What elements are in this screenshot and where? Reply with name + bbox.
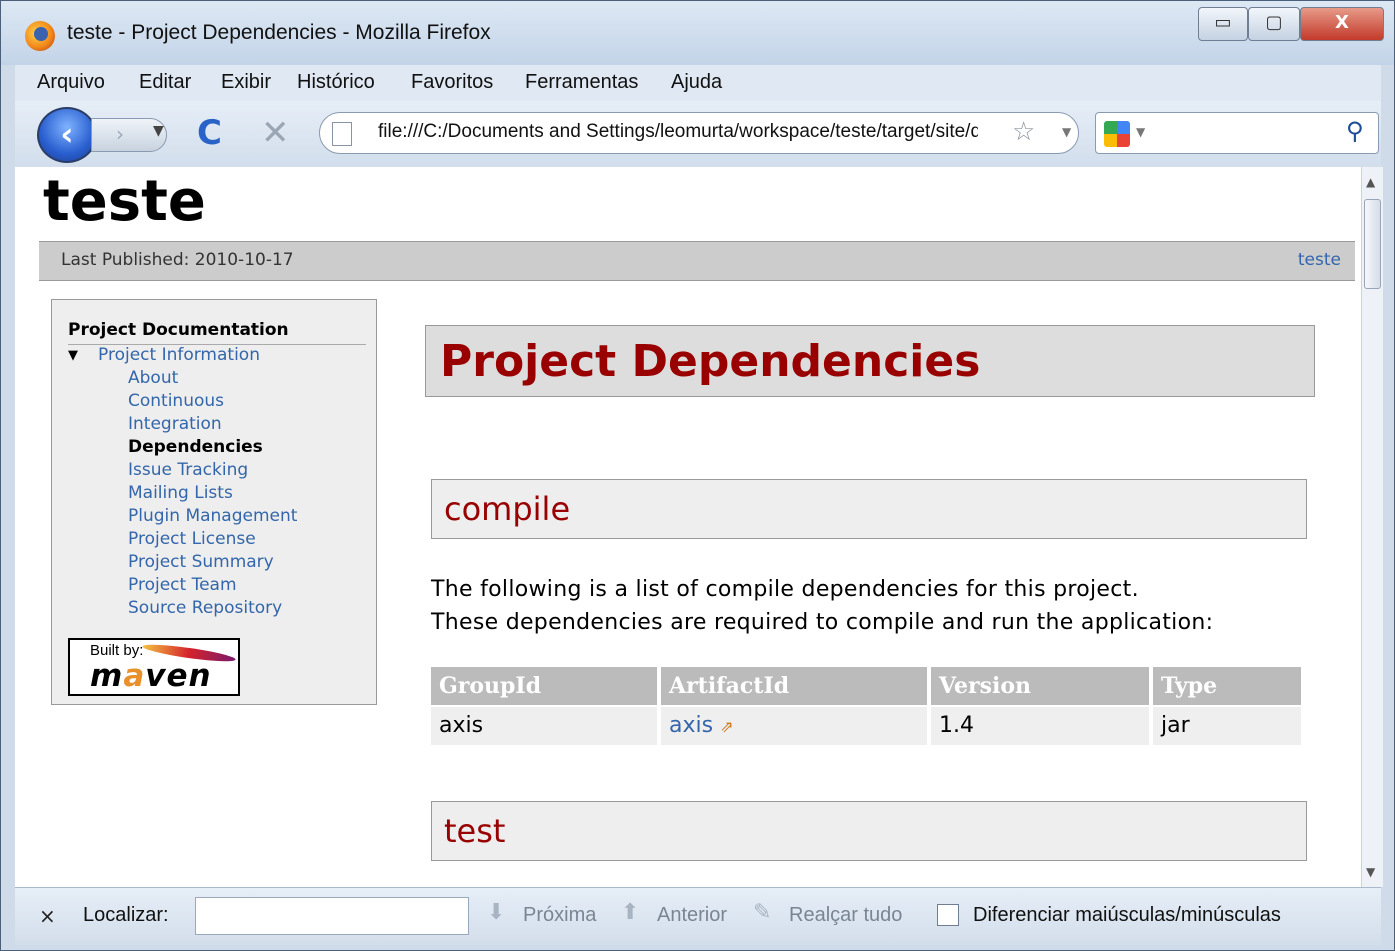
nav-project-team[interactable]: Project Team: [128, 575, 237, 595]
match-case-label[interactable]: Diferenciar maiúsculas/minúsculas: [973, 904, 1281, 927]
page-heading: Project Dependencies: [440, 336, 981, 387]
maximize-button[interactable]: ▢: [1248, 7, 1300, 41]
nav-project-information[interactable]: Project Information: [98, 345, 260, 365]
bookmark-star-icon[interactable]: ☆: [1012, 118, 1035, 146]
nav-mailing-lists[interactable]: Mailing Lists: [128, 483, 233, 503]
nav-plugin-management[interactable]: Plugin Management: [128, 506, 297, 526]
title-bar: teste - Project Dependencies - Mozilla F…: [1, 1, 1394, 65]
find-input[interactable]: [195, 897, 469, 935]
compile-text-line-1: The following is a list of compile depen…: [431, 577, 1139, 602]
cell-groupid: axis: [431, 707, 657, 745]
menu-bar: Arquivo Editar Exibir Histórico Favorito…: [15, 65, 1381, 101]
reload-icon[interactable]: C: [197, 115, 222, 151]
findbar-close-icon[interactable]: ×: [39, 904, 56, 928]
find-bar: × Localizar: ⬇ Próxima ⬆ Anterior ✎ Real…: [15, 887, 1381, 945]
nav-integration[interactable]: Integration: [128, 414, 222, 434]
nav-dependencies: Dependencies: [128, 437, 263, 457]
test-heading: test: [444, 812, 506, 850]
menu-historico[interactable]: Histórico: [297, 71, 375, 94]
navigation-toolbar: ‹ › ▼ C ✕ file:///C:/Documents and Setti…: [15, 101, 1381, 168]
google-icon[interactable]: [1104, 121, 1130, 147]
firefox-icon: [25, 21, 55, 51]
artifact-link[interactable]: axis: [669, 713, 713, 738]
test-section-box: test: [431, 801, 1307, 861]
expand-triangle-icon[interactable]: ▼: [68, 348, 78, 363]
nav-issue-tracking[interactable]: Issue Tracking: [128, 460, 248, 480]
col-header-version: Version: [931, 667, 1149, 705]
page-icon: [332, 122, 352, 146]
compile-section-box: compile: [431, 479, 1307, 539]
close-button[interactable]: X: [1300, 7, 1384, 41]
page-heading-box: Project Dependencies: [425, 325, 1315, 397]
scroll-down-icon[interactable]: ▼: [1366, 865, 1375, 879]
col-header-type: Type: [1153, 667, 1301, 705]
history-dropdown-icon[interactable]: ▼: [153, 123, 164, 139]
compile-heading: compile: [444, 490, 571, 528]
page-content: teste Last Published: 2010-10-17 teste P…: [15, 167, 1361, 887]
last-published: Last Published: 2010-10-17: [61, 250, 294, 270]
url-input[interactable]: file:///C:/Documents and Settings/leomur…: [378, 121, 978, 143]
minimize-button[interactable]: ▭: [1198, 7, 1248, 41]
address-bar[interactable]: file:///C:/Documents and Settings/leomur…: [319, 112, 1079, 154]
site-title: teste: [43, 169, 206, 234]
maven-logo[interactable]: Built by: maven: [68, 638, 240, 696]
find-label: Localizar:: [83, 904, 169, 926]
scroll-up-icon[interactable]: ▲: [1366, 175, 1375, 189]
find-previous-button[interactable]: Anterior: [657, 904, 727, 927]
cell-type: jar: [1153, 707, 1301, 745]
highlight-icon: ✎: [753, 900, 772, 925]
menu-ajuda[interactable]: Ajuda: [671, 71, 722, 94]
nav-about[interactable]: About: [128, 368, 178, 388]
nav-project-summary[interactable]: Project Summary: [128, 552, 274, 572]
nav-source-repository[interactable]: Source Repository: [128, 598, 282, 618]
col-header-artifactid: ArtifactId: [661, 667, 927, 705]
menu-editar[interactable]: Editar: [139, 71, 191, 94]
browser-window: teste - Project Dependencies - Mozilla F…: [0, 0, 1395, 951]
compile-description: The following is a list of compile depen…: [431, 573, 1331, 639]
external-link-icon: ⇗: [720, 717, 734, 736]
maven-wordmark: maven: [90, 658, 212, 694]
menu-ferramentas[interactable]: Ferramentas: [525, 71, 638, 94]
cell-version: 1.4: [931, 707, 1149, 745]
sidebar-splitter[interactable]: [1, 167, 15, 887]
back-button[interactable]: ‹: [37, 107, 97, 163]
highlight-all-button[interactable]: Realçar tudo: [789, 904, 902, 927]
vertical-scrollbar[interactable]: ▲ ▼: [1361, 167, 1383, 887]
url-dropdown-icon[interactable]: ▼: [1062, 125, 1071, 139]
menu-arquivo[interactable]: Arquivo: [37, 71, 105, 94]
search-icon[interactable]: ⚲: [1346, 117, 1364, 145]
nav-continuous[interactable]: Continuous: [128, 391, 224, 411]
engine-dropdown-icon[interactable]: ▼: [1136, 125, 1145, 139]
menu-exibir[interactable]: Exibir: [221, 71, 271, 94]
menu-favoritos[interactable]: Favoritos: [411, 71, 493, 94]
col-header-groupid: GroupId: [431, 667, 657, 705]
left-navigation: Project Documentation ▼ Project Informat…: [51, 299, 377, 705]
nav-heading: Project Documentation: [68, 320, 289, 340]
nav-project-license[interactable]: Project License: [128, 529, 256, 549]
down-arrow-icon: ⬇: [487, 900, 506, 925]
compile-text-line-2: These dependencies are required to compi…: [431, 610, 1214, 635]
find-next-button[interactable]: Próxima: [523, 904, 596, 927]
window-title: teste - Project Dependencies - Mozilla F…: [67, 21, 491, 44]
breadcrumb-bar: Last Published: 2010-10-17 teste: [39, 241, 1355, 281]
up-arrow-icon: ⬆: [621, 900, 640, 925]
scroll-thumb[interactable]: [1364, 199, 1381, 289]
match-case-checkbox[interactable]: [937, 904, 959, 926]
search-bar[interactable]: ▼ ⚲: [1095, 112, 1379, 154]
stop-icon[interactable]: ✕: [261, 115, 290, 151]
cell-artifactid[interactable]: axis ⇗: [661, 707, 927, 745]
built-by-label: Built by:: [90, 642, 144, 659]
project-link[interactable]: teste: [1298, 250, 1341, 270]
